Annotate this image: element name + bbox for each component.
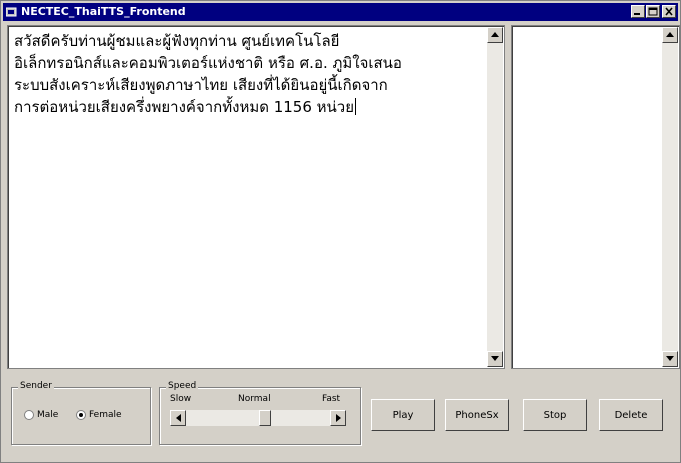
window-title: NECTEC_ThaiTTS_Frontend [21, 5, 186, 18]
arrow-down-icon [666, 356, 674, 361]
female-radio-circle[interactable] [76, 410, 86, 420]
side-scroll-up-button[interactable] [662, 27, 678, 43]
app-window: NECTEC_ThaiTTS_Frontend สวัสดีครับท่านผู… [0, 0, 681, 463]
speed-legend: Speed [166, 381, 199, 391]
arrow-up-icon [666, 32, 674, 37]
play-button[interactable]: Play [371, 399, 435, 431]
delete-button[interactable]: Delete [599, 399, 663, 431]
stop-button[interactable]: Stop [523, 399, 587, 431]
app-icon [6, 7, 17, 17]
minimize-button[interactable] [631, 5, 645, 18]
side-scroll-down-button[interactable] [662, 351, 678, 367]
scroll-up-button[interactable] [487, 27, 503, 43]
close-icon [665, 7, 673, 16]
female-label: Female [89, 410, 122, 420]
sender-group: Sender Male Female [11, 381, 151, 445]
speed-group: Speed Slow Normal Fast [159, 381, 361, 445]
minimize-icon [634, 13, 640, 15]
speed-thumb[interactable] [258, 410, 271, 426]
editor-line-text: การต่อหน่วยเสียงครึ่งพยางค์จากทั้งหมด 11… [14, 98, 355, 116]
sender-legend: Sender [18, 381, 54, 391]
scroll-down-button[interactable] [487, 351, 503, 367]
speed-decrease-button[interactable] [170, 410, 186, 426]
arrow-left-icon [176, 414, 181, 422]
phonesx-button[interactable]: PhoneSx [445, 399, 509, 431]
side-list[interactable] [511, 25, 680, 369]
editor-line: อิเล็กทรอนิกส์และคอมพิวเตอร์แห่งชาติ หรื… [14, 54, 402, 72]
fast-label: Fast [322, 394, 341, 404]
male-radio-circle[interactable] [24, 410, 34, 420]
maximize-button[interactable] [646, 5, 660, 18]
title-bar[interactable]: NECTEC_ThaiTTS_Frontend [3, 3, 678, 21]
arrow-down-icon [491, 356, 499, 361]
editor-line: สวัสดีครับท่านผู้ชมและผู้ฟังทุกท่าน ศูนย… [14, 32, 340, 50]
side-vertical-scrollbar[interactable] [662, 27, 678, 367]
normal-label: Normal [238, 394, 271, 404]
editor-line: ระบบสังเคราะห์เสียงพูดภาษาไทย เสียงที่ได… [14, 76, 388, 94]
editor-vertical-scrollbar[interactable] [487, 27, 503, 367]
maximize-icon [648, 7, 658, 16]
text-editor[interactable]: สวัสดีครับท่านผู้ชมและผู้ฟังทุกท่าน ศูนย… [7, 25, 505, 369]
female-radio[interactable]: Female [76, 410, 122, 420]
speed-scrollbar[interactable] [170, 410, 346, 426]
editor-text[interactable]: สวัสดีครับท่านผู้ชมและผู้ฟังทุกท่าน ศูนย… [14, 30, 484, 118]
editor-line: การต่อหน่วยเสียงครึ่งพยางค์จากทั้งหมด 11… [14, 96, 484, 118]
male-label: Male [37, 410, 59, 420]
slow-label: Slow [170, 394, 192, 404]
speed-increase-button[interactable] [330, 410, 346, 426]
arrow-up-icon [491, 32, 499, 37]
close-button[interactable] [662, 5, 676, 18]
text-caret [355, 98, 357, 115]
male-radio[interactable]: Male [24, 410, 58, 420]
arrow-right-icon [336, 414, 341, 422]
